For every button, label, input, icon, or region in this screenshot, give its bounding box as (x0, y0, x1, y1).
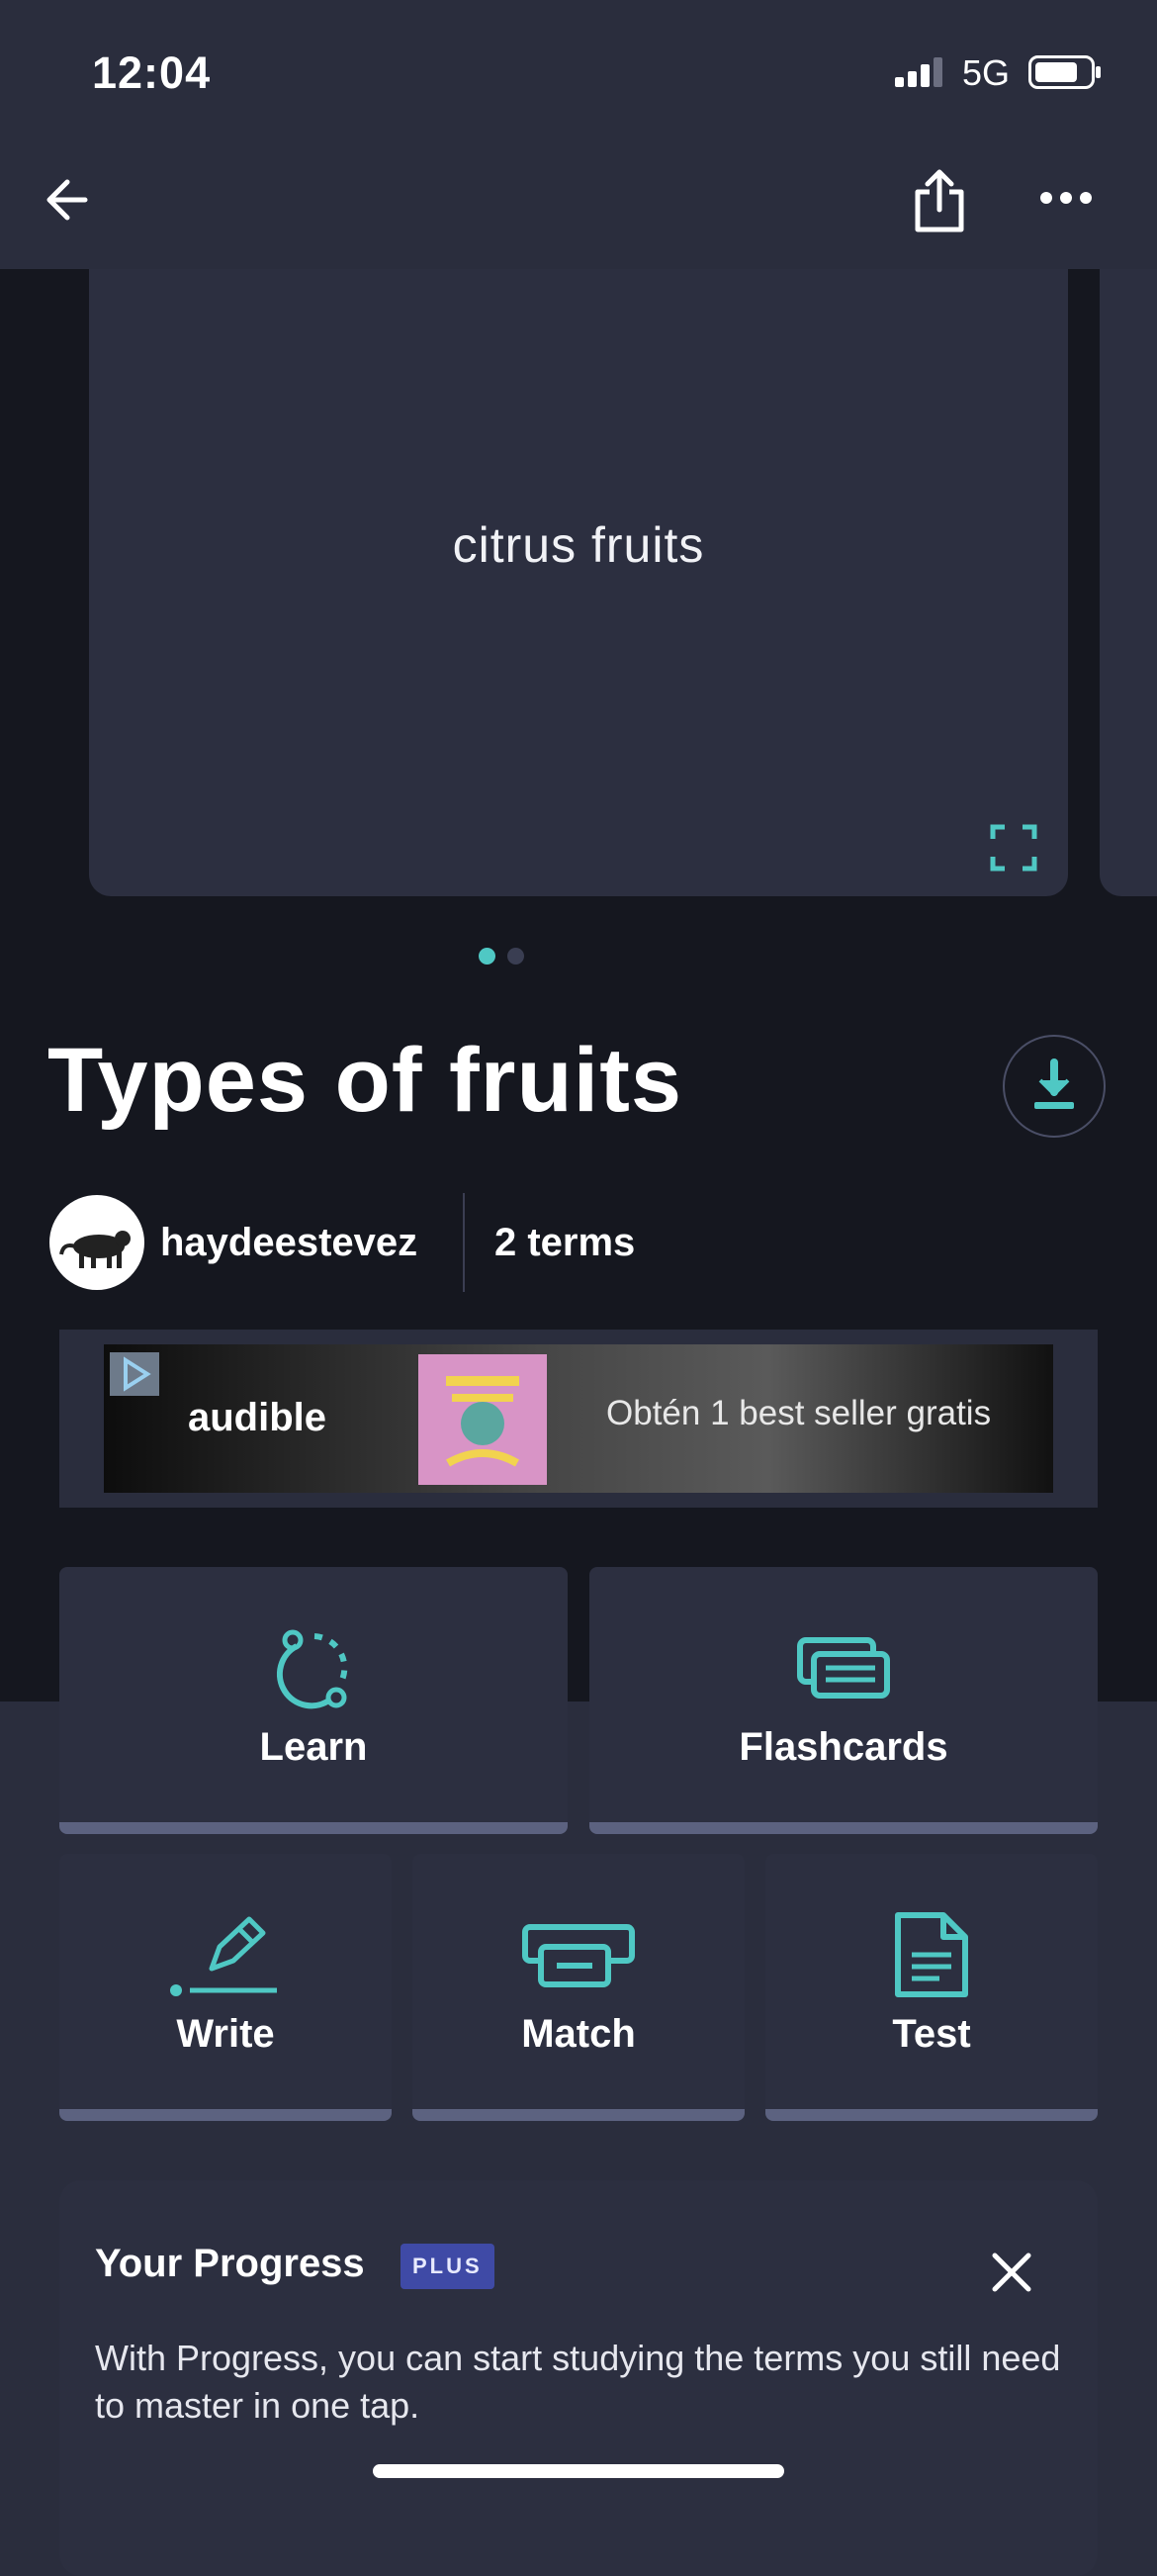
test-label: Test (892, 2012, 971, 2056)
write-icon (170, 1916, 277, 1996)
match-button[interactable]: Match (412, 1854, 745, 2121)
signal-icon (895, 57, 942, 87)
carousel-dots (479, 948, 536, 969)
term-count: 2 terms (494, 1221, 636, 1264)
flashcards-button[interactable]: Flashcards (589, 1567, 1098, 1834)
flashcard-term: citrus fruits (452, 517, 705, 573)
status-time: 12:04 (92, 47, 212, 98)
test-button[interactable]: Test (765, 1854, 1098, 2121)
creator-row: haydeestevez 2 terms (49, 1193, 1137, 1292)
dot-active (479, 948, 495, 965)
ad-banner[interactable]: audible Obtén 1 best seller gratis (59, 1330, 1098, 1508)
battery-icon (1028, 55, 1101, 89)
progress-title: Your Progress (95, 2242, 365, 2285)
progress-description: With Progress, you can start studying th… (95, 2338, 1061, 2426)
home-indicator[interactable] (373, 2464, 784, 2478)
match-label: Match (521, 2012, 636, 2056)
learn-label: Learn (259, 1725, 368, 1769)
panther-image (59, 1231, 131, 1268)
plus-badge: PLUS (400, 2244, 494, 2289)
divider (463, 1193, 465, 1292)
next-flashcard[interactable] (1100, 269, 1157, 896)
flashcards-label: Flashcards (739, 1725, 948, 1769)
learn-icon (276, 1629, 348, 1709)
expand-icon[interactable] (989, 823, 1038, 873)
match-icon (522, 1924, 635, 1987)
creator-username[interactable]: haydeestevez (160, 1221, 417, 1265)
test-icon (895, 1912, 968, 1997)
close-icon[interactable] (987, 2248, 1036, 2297)
download-button[interactable] (1003, 1035, 1106, 1138)
ad-brand: audible (188, 1396, 327, 1439)
download-icon (1034, 1058, 1074, 1109)
ad-text: Obtén 1 best seller gratis (606, 1394, 992, 1432)
page-title: Types of fruits (47, 1030, 683, 1131)
network-label: 5G (962, 52, 1011, 93)
status-bar: 12:04 5G (0, 0, 1157, 148)
dot-inactive (507, 948, 524, 965)
ad-book-image (418, 1354, 547, 1485)
write-label: Write (176, 2012, 275, 2056)
avatar[interactable] (49, 1195, 144, 1290)
nav-bar (0, 148, 1157, 269)
learn-button[interactable]: Learn (59, 1567, 568, 1834)
ad-content[interactable]: audible Obtén 1 best seller gratis (104, 1344, 1053, 1493)
write-button[interactable]: Write (59, 1854, 392, 2121)
share-icon[interactable] (910, 166, 969, 235)
ad-choices-icon[interactable] (110, 1352, 159, 1396)
flashcard[interactable]: citrus fruits (89, 269, 1068, 896)
flashcards-icon (797, 1637, 890, 1699)
progress-card: Your Progress PLUS With Progress, you ca… (59, 2180, 1098, 2576)
back-arrow-icon[interactable] (40, 170, 99, 230)
more-icon[interactable] (1038, 178, 1094, 218)
